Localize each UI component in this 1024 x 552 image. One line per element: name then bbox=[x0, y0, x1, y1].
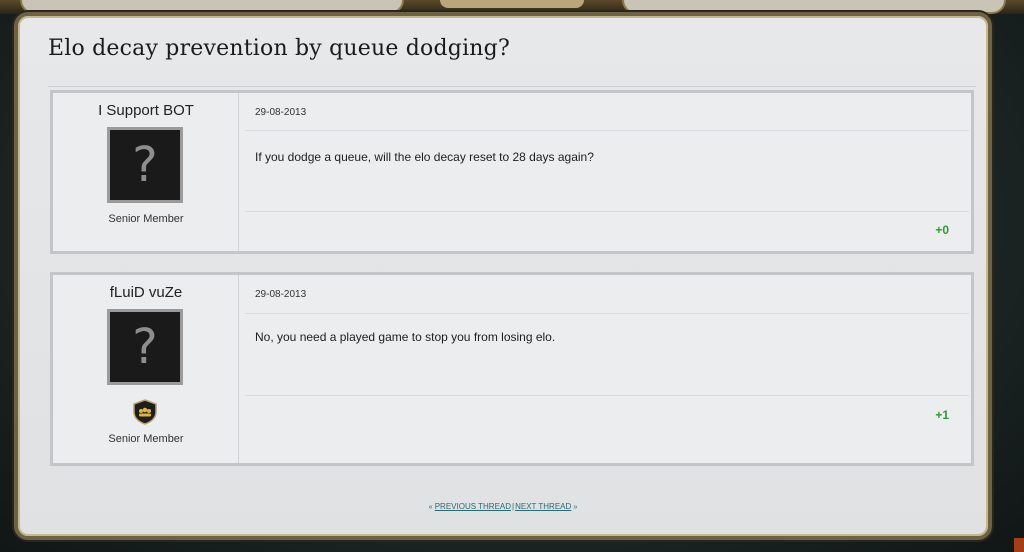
avatar-placeholder-icon: ? bbox=[132, 319, 158, 375]
post-body: No, you need a played game to stop you f… bbox=[255, 330, 556, 344]
top-frame-center-tab bbox=[440, 0, 584, 8]
post-divider bbox=[245, 130, 969, 131]
post-divider bbox=[245, 211, 969, 212]
author-rank: Senior Member bbox=[108, 433, 184, 445]
team-badge-icon bbox=[133, 399, 157, 425]
post-divider bbox=[245, 395, 969, 396]
author-rank: Senior Member bbox=[108, 213, 184, 225]
avatar[interactable]: ? bbox=[107, 127, 183, 203]
nav-separator: | bbox=[512, 502, 515, 511]
previous-thread-link[interactable]: PREVIOUS THREAD bbox=[435, 502, 511, 511]
next-arrow-icon: » bbox=[573, 504, 578, 511]
title-divider bbox=[48, 86, 976, 87]
vote-count[interactable]: +1 bbox=[935, 408, 949, 422]
post-date: 29-08-2013 bbox=[255, 289, 307, 300]
next-thread-link[interactable]: NEXT THREAD bbox=[515, 502, 571, 511]
post: I Support BOT ? Senior Member 29-08-2013… bbox=[50, 90, 974, 254]
corner-app-icon[interactable] bbox=[1014, 538, 1024, 552]
avatar-placeholder-icon: ? bbox=[132, 137, 158, 193]
thread-title: Elo decay prevention by queue dodging? bbox=[48, 36, 510, 61]
avatar[interactable]: ? bbox=[107, 309, 183, 385]
thread-navigation: « PREVIOUS THREAD|NEXT THREAD » bbox=[18, 502, 988, 511]
post-body: If you dodge a queue, will the elo decay… bbox=[255, 150, 594, 164]
previous-arrow-icon: « bbox=[428, 504, 433, 511]
vote-count[interactable]: +0 bbox=[935, 223, 949, 237]
author-column: I Support BOT ? Senior Member bbox=[53, 93, 239, 251]
post: fLuiD vuZe ? Senior Member 29-08-2013 No… bbox=[50, 272, 974, 466]
thread-panel: Elo decay prevention by queue dodging? I… bbox=[14, 12, 992, 540]
post-date: 29-08-2013 bbox=[255, 107, 307, 118]
author-name[interactable]: I Support BOT bbox=[53, 102, 239, 119]
post-divider bbox=[245, 313, 969, 314]
author-column: fLuiD vuZe ? Senior Member bbox=[53, 275, 239, 463]
author-name[interactable]: fLuiD vuZe bbox=[53, 284, 239, 301]
